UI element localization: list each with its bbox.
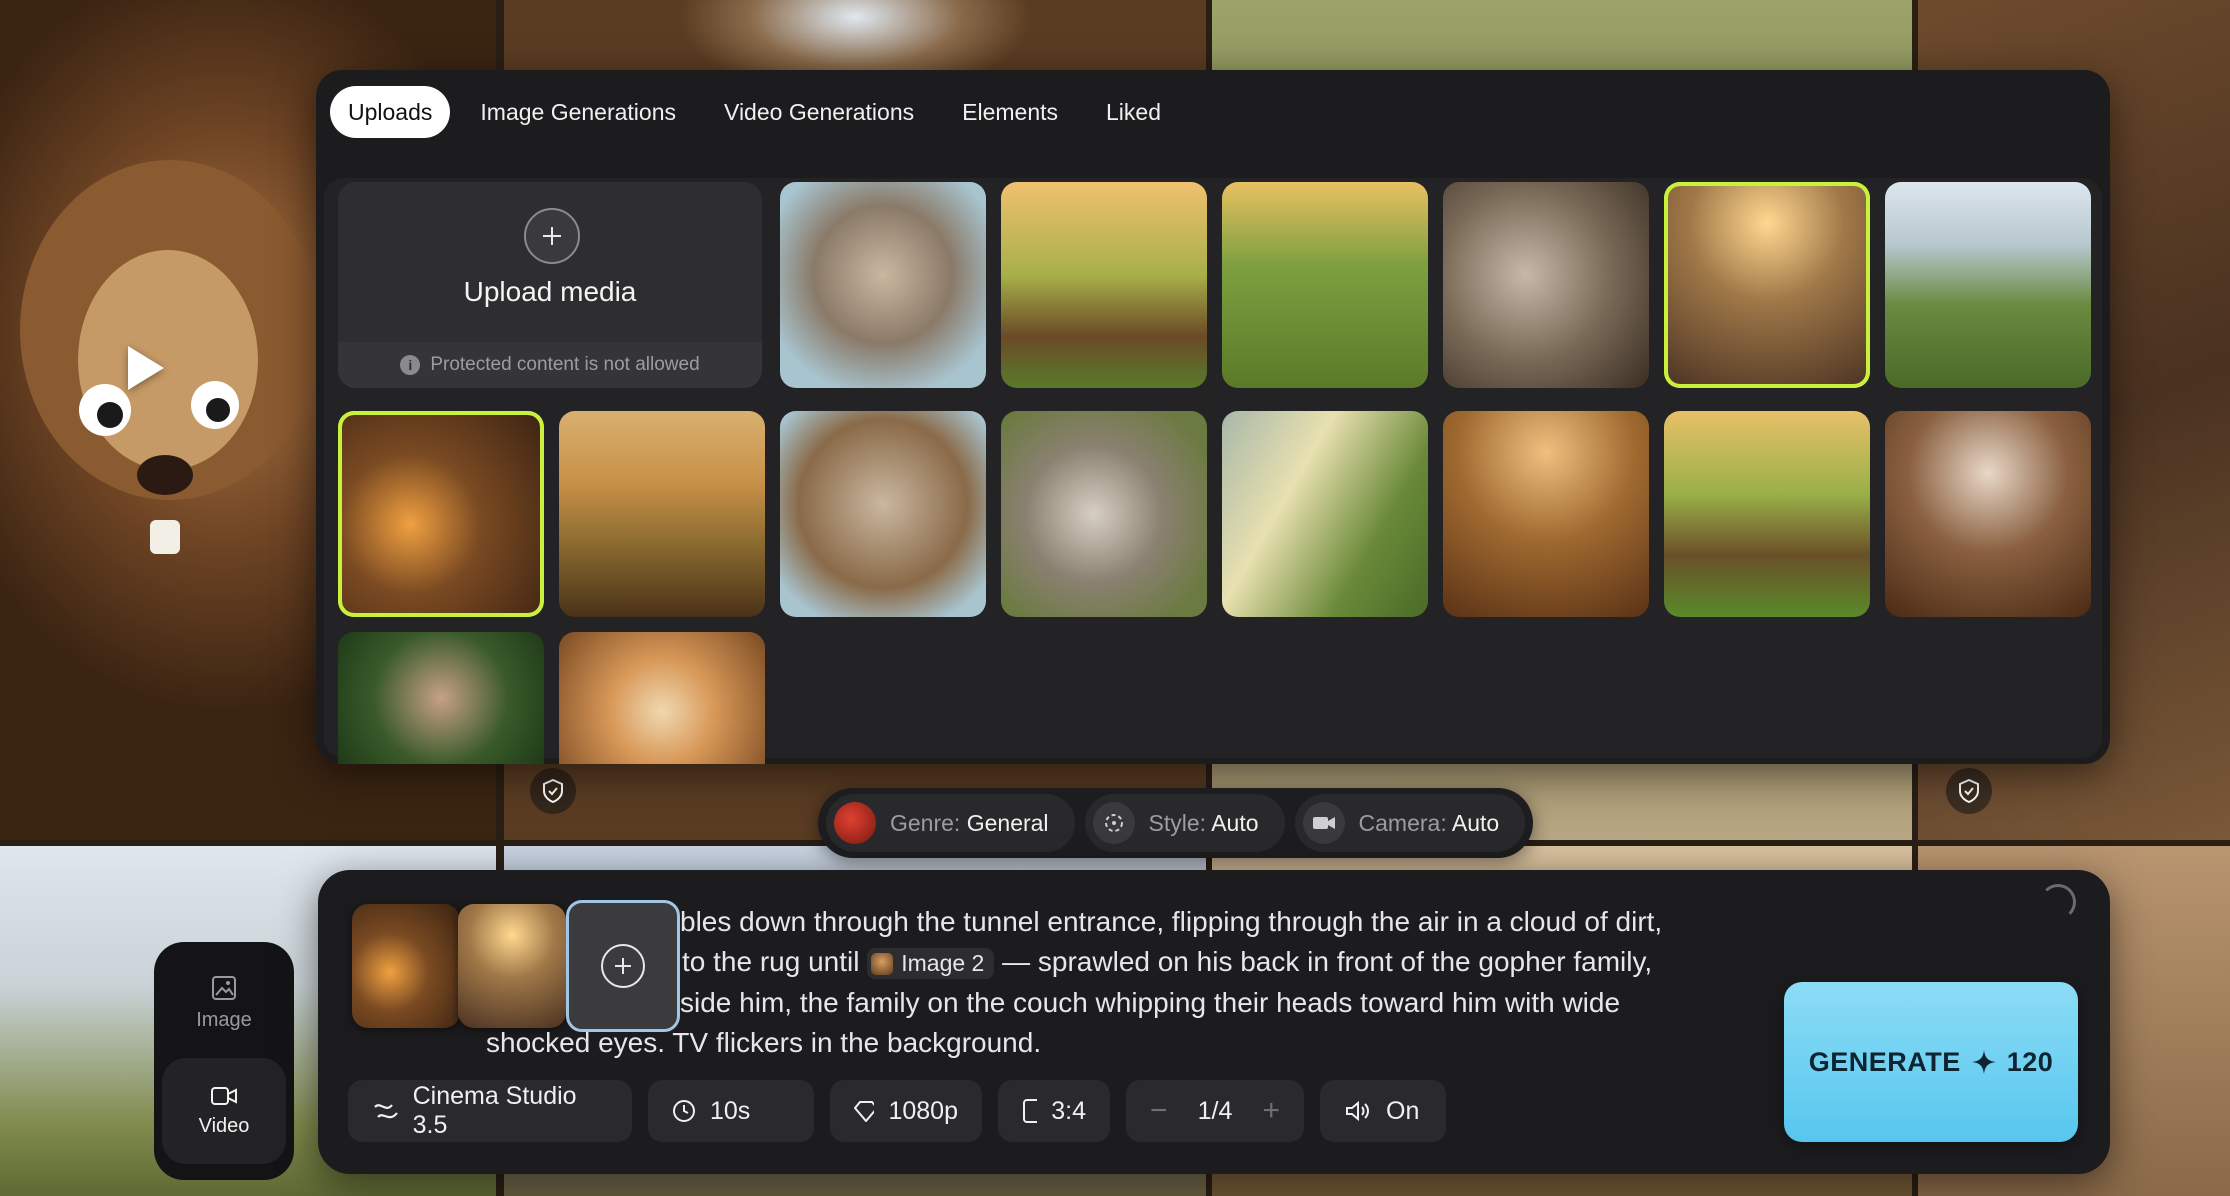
image-reference-tag[interactable]: Image 2 bbox=[867, 948, 995, 980]
media-thumbnail[interactable] bbox=[780, 182, 986, 388]
tab-liked[interactable]: Liked bbox=[1088, 86, 1179, 138]
media-thumbnail[interactable] bbox=[1885, 411, 2091, 617]
prompt-text-line[interactable]: shocked eyes. TV flickers in the backgro… bbox=[486, 1027, 1041, 1059]
media-library-panel: Uploads Image Generations Video Generati… bbox=[316, 70, 2110, 764]
reference-image-1[interactable] bbox=[352, 904, 460, 1028]
genre-value: General bbox=[966, 809, 1049, 836]
style-key: Style: bbox=[1148, 809, 1207, 836]
media-thumbnail[interactable] bbox=[1664, 411, 1870, 617]
tab-video-generations[interactable]: Video Generations bbox=[706, 86, 932, 138]
image-thumb-icon bbox=[871, 952, 894, 975]
clock-icon bbox=[673, 1100, 695, 1122]
resolution-label: 1080p bbox=[888, 1096, 958, 1125]
prompt-text-segment: to the rug until bbox=[682, 946, 860, 977]
generation-options-bar: Genre: General Style: Auto Camera: Auto bbox=[818, 788, 1534, 858]
media-thumbnail[interactable] bbox=[1222, 182, 1428, 388]
generation-controls: Cinema Studio 3.5 10s 1080p 3:4 − 1/4 + … bbox=[348, 1080, 1446, 1142]
style-selector[interactable]: Style: Auto bbox=[1084, 794, 1285, 852]
protected-shield-icon bbox=[1946, 768, 1992, 814]
protected-content-text: Protected content is not allowed bbox=[430, 354, 700, 375]
diamond-icon bbox=[854, 1101, 875, 1122]
aspect-ratio-icon bbox=[1023, 1099, 1038, 1123]
add-reference-button[interactable] bbox=[566, 900, 680, 1032]
generate-label: GENERATE bbox=[1808, 1046, 1961, 1077]
image-icon bbox=[212, 975, 236, 1000]
style-icon bbox=[1092, 802, 1135, 844]
resolution-selector[interactable]: 1080p bbox=[830, 1080, 982, 1142]
prompt-text-segment: — sprawled on his back in front of the g… bbox=[1002, 946, 1653, 977]
model-icon bbox=[374, 1104, 398, 1119]
media-thumbnail[interactable] bbox=[559, 632, 765, 764]
model-selector[interactable]: Cinema Studio 3.5 bbox=[348, 1080, 632, 1142]
protected-shield-icon bbox=[530, 768, 576, 814]
duration-selector[interactable]: 10s bbox=[648, 1080, 814, 1142]
mode-image-button[interactable]: Image bbox=[162, 950, 286, 1056]
audio-label: On bbox=[1386, 1096, 1420, 1125]
plus-icon bbox=[524, 208, 580, 264]
mode-video-button[interactable]: Video bbox=[162, 1058, 286, 1164]
media-thumbnail[interactable] bbox=[1443, 182, 1649, 388]
media-thumbnail[interactable] bbox=[1222, 411, 1428, 617]
upload-media-card[interactable]: Upload media i Protected content is not … bbox=[338, 182, 762, 388]
media-thumbnail[interactable] bbox=[1443, 411, 1649, 617]
camera-key: Camera: bbox=[1358, 809, 1447, 836]
media-thumbnail[interactable] bbox=[1001, 182, 1207, 388]
style-value: Auto bbox=[1211, 809, 1259, 836]
media-thumbnail[interactable] bbox=[559, 411, 765, 617]
media-thumbnail-selected[interactable] bbox=[1664, 182, 1870, 388]
increment-button[interactable]: + bbox=[1262, 1094, 1280, 1128]
model-label: Cinema Studio 3.5 bbox=[412, 1082, 577, 1139]
output-count-value: 1/4 bbox=[1197, 1096, 1233, 1125]
tab-elements[interactable]: Elements bbox=[944, 86, 1076, 138]
aspect-ratio-label: 3:4 bbox=[1051, 1096, 1086, 1125]
generate-cost: 120 bbox=[2006, 1046, 2054, 1077]
tab-image-generations[interactable]: Image Generations bbox=[462, 86, 694, 138]
mode-switcher: Image Video bbox=[154, 942, 294, 1180]
camera-selector[interactable]: Camera: Auto bbox=[1294, 794, 1526, 852]
camera-icon bbox=[1302, 802, 1345, 844]
camera-value: Auto bbox=[1451, 809, 1500, 836]
loading-spinner-icon bbox=[2040, 884, 2076, 920]
output-count-stepper: − 1/4 + bbox=[1126, 1080, 1304, 1142]
aspect-ratio-selector[interactable]: 3:4 bbox=[998, 1080, 1110, 1142]
media-thumbnail[interactable] bbox=[1885, 182, 2091, 388]
prompt-text-line[interactable]: bles down through the tunnel entrance, f… bbox=[680, 906, 1662, 938]
media-thumbnail-selected[interactable] bbox=[338, 411, 544, 617]
protected-content-note: i Protected content is not allowed bbox=[338, 342, 762, 388]
media-thumbnail[interactable] bbox=[1001, 411, 1207, 617]
prompt-text-line[interactable]: side him, the family on the couch whippi… bbox=[680, 987, 1620, 1019]
decrement-button[interactable]: − bbox=[1150, 1094, 1168, 1128]
media-tabs: Uploads Image Generations Video Generati… bbox=[330, 86, 1191, 138]
media-thumbnail[interactable] bbox=[780, 411, 986, 617]
genre-icon bbox=[834, 802, 876, 844]
sparkle-icon bbox=[1971, 1050, 1996, 1074]
video-icon bbox=[211, 1086, 237, 1105]
tab-uploads[interactable]: Uploads bbox=[330, 86, 451, 138]
image-reference-tag-label: Image 2 bbox=[901, 950, 985, 977]
prompt-text-line[interactable]: to the rug until Image 2 — sprawled on h… bbox=[682, 946, 1653, 980]
mode-video-label: Video bbox=[198, 1114, 250, 1137]
plus-icon bbox=[601, 944, 645, 988]
genre-key: Genre: bbox=[890, 809, 961, 836]
reference-image-2[interactable] bbox=[458, 904, 566, 1028]
generate-button[interactable]: GENERATE 120 bbox=[1784, 982, 2078, 1142]
speaker-icon bbox=[1346, 1100, 1369, 1122]
info-icon: i bbox=[400, 355, 421, 375]
audio-toggle[interactable]: On bbox=[1320, 1080, 1446, 1142]
mode-image-label: Image bbox=[196, 1008, 252, 1031]
media-thumbnail[interactable] bbox=[338, 632, 544, 764]
duration-label: 10s bbox=[710, 1096, 751, 1125]
upload-media-label: Upload media bbox=[463, 276, 637, 307]
play-icon[interactable] bbox=[128, 346, 164, 390]
genre-selector[interactable]: Genre: General bbox=[826, 794, 1075, 852]
